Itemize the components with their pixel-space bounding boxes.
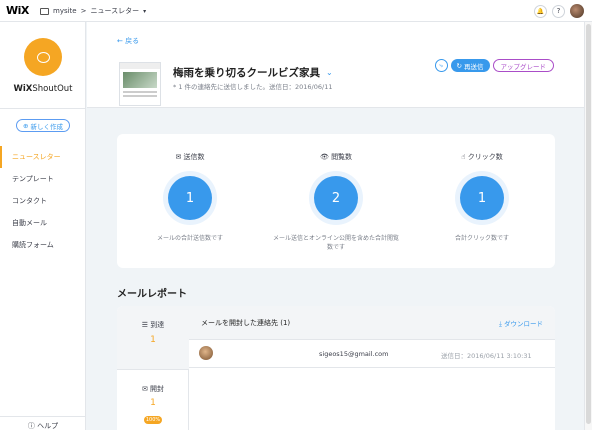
speech-bubble-icon: [36, 51, 50, 63]
breadcrumb: mysite > ニュースレター ▾: [40, 6, 146, 16]
avatar: [199, 346, 213, 360]
sidebar-item-newsletter[interactable]: ニュースレター: [0, 146, 86, 168]
open-envelope-icon: ✉: [141, 385, 148, 393]
bell-icon: 🔔: [536, 7, 545, 15]
download-icon: ⤓: [499, 320, 502, 328]
stat-ring: 1: [455, 171, 509, 225]
stat-clicks: ☝ クリック数 1 合計クリック数です: [409, 134, 555, 268]
download-link[interactable]: ⤓ ダウンロード: [499, 318, 543, 329]
report-card: ☰ 到達 1 ✉ 開封 1 100% メールを開封した連絡先 (1) ⤓ ダウン…: [117, 306, 555, 430]
back-label: 戻る: [125, 37, 140, 45]
wix-logo[interactable]: WiX: [6, 4, 29, 17]
tab-label-text: 開封: [150, 385, 165, 393]
stats-card: ✉ 送信数 1 メールの合計送信数です 👁 閲覧数 2 メール送信とオンライン公…: [117, 134, 555, 268]
list-icon: ☰: [141, 321, 149, 329]
campaign-title: 梅雨を乗り切るクールビズ家具: [173, 67, 320, 79]
stat-description: メールの合計送信数です: [156, 235, 223, 242]
stat-label: 👁 閲覧数: [263, 152, 409, 162]
stat-ring: 1: [163, 171, 217, 225]
stat-label-text: 送信数: [183, 153, 205, 161]
help-circle-icon: ⓘ: [27, 422, 35, 430]
app-name: WiXShoutOut: [0, 84, 86, 94]
send-summary: * 1 件の連絡先に送信しました。送信日：2016/06/11: [173, 83, 333, 91]
thumbnail-header-band: [120, 63, 160, 69]
sidebar-item-templates[interactable]: テンプレート: [0, 168, 86, 190]
help-button[interactable]: ?: [552, 4, 565, 18]
scrollbar[interactable]: [584, 22, 592, 430]
sidebar-item-contacts[interactable]: コンタクト: [0, 190, 86, 212]
report-tabs: ☰ 到達 1 ✉ 開封 1 100%: [117, 306, 189, 430]
sidebar: WiXShoutOut ⊕ 新しく作成 ニュースレター テンプレート コンタクト…: [0, 22, 86, 430]
table-row[interactable]: sigeos15@gmail.com 送信日：2016/06/11 3:10:3…: [189, 340, 555, 368]
notifications-button[interactable]: 🔔: [534, 4, 547, 18]
contact-email: sigeos15@gmail.com: [319, 350, 389, 358]
stat-description: メール送信とオンライン公開を含めた合計閲覧数です: [273, 235, 400, 251]
breadcrumb-separator: >: [80, 7, 87, 15]
sidebar-item-subscribe-forms[interactable]: 購読フォーム: [0, 234, 86, 256]
stat-sent: ✉ 送信数 1 メールの合計送信数です: [117, 134, 263, 268]
create-new-label: 新しく作成: [30, 122, 63, 131]
sidebar-item-automations[interactable]: 自動メール: [0, 212, 86, 234]
pointer-icon: ☝: [461, 153, 466, 161]
section-title: メールレポート: [117, 289, 187, 300]
stat-ring: 2: [309, 171, 363, 225]
envelope-icon: ✉: [175, 153, 182, 161]
resend-label: 再送信: [464, 62, 484, 71]
back-link[interactable]: ← 戻る: [117, 36, 139, 46]
stat-value: 1: [460, 176, 504, 220]
stat-value: 2: [314, 176, 358, 220]
resend-button[interactable]: ↻ 再送信: [450, 59, 490, 72]
header-actions: ⤷ ↻ 再送信 アップグレード: [434, 59, 554, 72]
tab-label: ✉ 開封: [117, 384, 189, 394]
share-button[interactable]: ⤷: [434, 59, 448, 72]
sidebar-nav: ニュースレター テンプレート コンタクト 自動メール 購読フォーム: [0, 146, 86, 256]
tab-count: 1: [150, 335, 156, 345]
plus-icon: ⊕: [23, 121, 29, 130]
eye-icon: 👁: [319, 153, 329, 161]
sidebar-divider: [0, 108, 86, 109]
chevron-down-icon[interactable]: ▾: [143, 8, 146, 15]
help-label: ヘルプ: [37, 422, 59, 430]
thumbnail-image: [123, 72, 157, 88]
campaign-header: ← 戻る 梅雨を乗り切るクールビズ家具 ⌄ * 1 件の連絡先に送信しました。送…: [87, 22, 592, 108]
share-icon: ⤷: [439, 61, 443, 69]
help-link[interactable]: ⓘ ヘルプ: [0, 416, 86, 430]
tab-delivered[interactable]: ☰ 到達 1: [117, 306, 189, 370]
stat-value: 1: [168, 176, 212, 220]
thumbnail-text-line: [123, 95, 157, 97]
app-name-bold: WiX: [13, 84, 33, 94]
tab-label-text: 到達: [150, 321, 165, 329]
tab-count: 1: [150, 398, 156, 408]
arrow-left-icon: ←: [117, 37, 123, 45]
shoutout-logo: [24, 38, 62, 76]
refresh-icon: ↻: [456, 61, 462, 70]
top-bar: WiX mysite > ニュースレター ▾ 🔔 ?: [0, 0, 592, 22]
thumbnail-text-line: [123, 91, 157, 93]
chevron-down-icon[interactable]: ⌄: [326, 68, 333, 77]
question-icon: ?: [556, 7, 561, 15]
top-right-controls: 🔔 ?: [534, 4, 584, 18]
stat-description: 合計クリック数です: [454, 235, 509, 242]
page-title: 梅雨を乗り切るクールビズ家具 ⌄: [173, 65, 333, 80]
report-list-header: メールを開封した連絡先 (1) ⤓ ダウンロード: [189, 306, 555, 340]
site-icon: [40, 7, 49, 15]
download-label: ダウンロード: [504, 320, 543, 328]
stat-label: ☝ クリック数: [409, 152, 555, 162]
stat-label-text: 閲覧数: [331, 153, 353, 161]
upgrade-button[interactable]: アップグレード: [492, 59, 554, 72]
scrollbar-thumb[interactable]: [586, 24, 591, 424]
user-avatar[interactable]: [570, 4, 584, 18]
sent-date: 送信日：2016/06/11 3:10:31: [441, 352, 532, 360]
stat-label-text: クリック数: [467, 153, 503, 161]
report-list-title: メールを開封した連絡先 (1): [201, 319, 291, 327]
app-name-rest: ShoutOut: [32, 84, 73, 94]
stat-views: 👁 閲覧数 2 メール送信とオンライン公開を含めた合計閲覧数です: [263, 134, 409, 268]
tab-label: ☰ 到達: [117, 320, 189, 330]
breadcrumb-site[interactable]: mysite: [53, 7, 77, 15]
open-rate-badge: 100%: [144, 416, 162, 424]
breadcrumb-section[interactable]: ニュースレター: [90, 6, 139, 16]
newsletter-thumbnail[interactable]: [119, 62, 161, 106]
create-new-button[interactable]: ⊕ 新しく作成: [16, 119, 70, 132]
stat-label: ✉ 送信数: [117, 152, 263, 162]
